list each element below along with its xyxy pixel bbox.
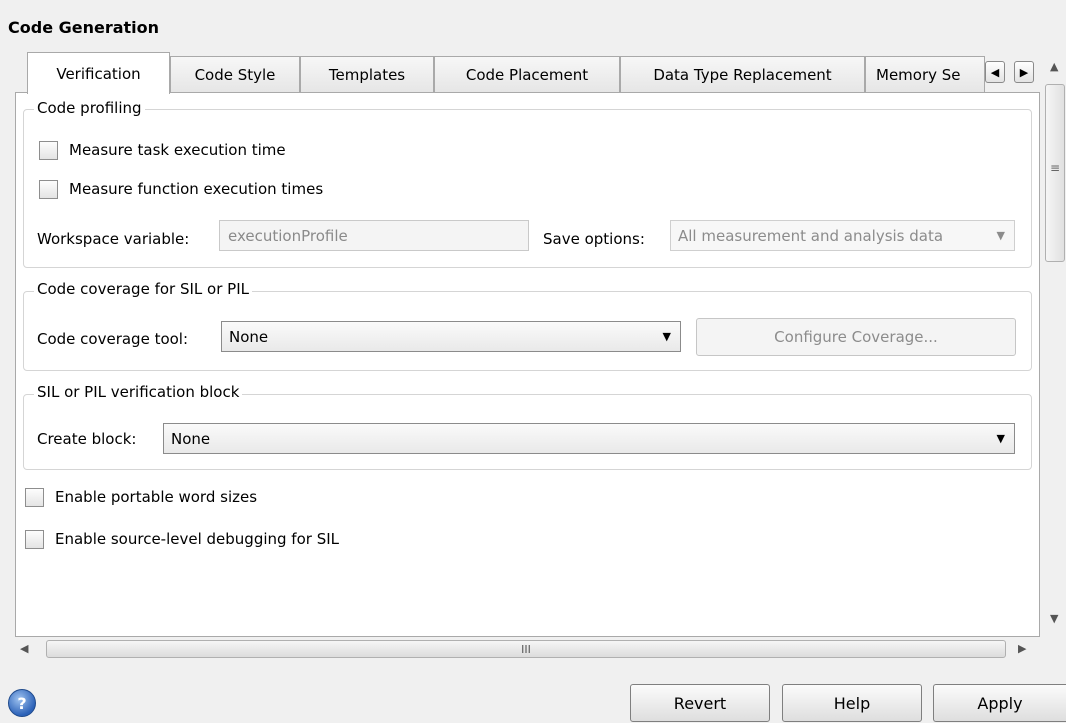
question-mark-glyph: ? <box>17 693 27 713</box>
scroll-up-icon[interactable]: ▲ <box>1050 60 1058 73</box>
tab-label: Code Placement <box>465 65 589 84</box>
help-icon[interactable]: ? <box>8 689 36 717</box>
tab-scroll-left-button[interactable]: ◀ <box>985 61 1005 83</box>
create-block-value: None <box>171 429 211 448</box>
verification-panel: Code profiling Measure task execution ti… <box>15 92 1040 637</box>
tab-label: Memory Se <box>876 65 961 84</box>
revert-button[interactable]: Revert <box>630 684 770 722</box>
scroll-right-icon[interactable]: ▶ <box>1018 642 1026 655</box>
apply-button[interactable]: Apply <box>933 684 1066 722</box>
scroll-left-icon[interactable]: ◀ <box>20 642 28 655</box>
measure-task-checkbox[interactable] <box>39 141 58 160</box>
code-coverage-tool-value: None <box>229 327 269 346</box>
tab-label: Data Type Replacement <box>653 65 832 84</box>
chevron-down-icon: ▼ <box>662 330 671 343</box>
tab-templates[interactable]: Templates <box>300 56 434 92</box>
tab-label: Code Style <box>194 65 276 84</box>
grip-icon: ≡ <box>1050 161 1061 175</box>
code-coverage-legend: Code coverage for SIL or PIL <box>34 280 252 298</box>
tab-code-placement[interactable]: Code Placement <box>434 56 620 92</box>
create-block-select[interactable]: None ▼ <box>163 423 1015 454</box>
measure-function-checkbox[interactable] <box>39 180 58 199</box>
configure-coverage-label: Configure Coverage... <box>774 328 938 346</box>
portable-word-sizes-label: Enable portable word sizes <box>55 488 258 506</box>
triangle-left-icon: ◀ <box>990 65 1000 79</box>
tab-label: Verification <box>56 64 141 83</box>
apply-label: Apply <box>977 693 1023 713</box>
tab-code-style[interactable]: Code Style <box>170 56 300 92</box>
tab-verification[interactable]: Verification <box>27 52 170 94</box>
revert-label: Revert <box>673 693 727 713</box>
source-debugging-checkbox[interactable] <box>25 530 44 549</box>
workspace-variable-input[interactable]: executionProfile <box>219 220 529 251</box>
tab-data-type-replacement[interactable]: Data Type Replacement <box>620 56 865 92</box>
configure-coverage-button[interactable]: Configure Coverage... <box>696 318 1016 356</box>
triangle-right-icon: ▶ <box>1019 65 1029 79</box>
workspace-variable-value: executionProfile <box>228 226 348 245</box>
code-coverage-tool-label: Code coverage tool: <box>37 330 189 348</box>
source-debugging-label: Enable source-level debugging for SIL <box>55 530 340 548</box>
help-button[interactable]: Help <box>782 684 922 722</box>
vertical-scroll-thumb[interactable]: ≡ <box>1045 84 1065 262</box>
scroll-down-icon[interactable]: ▼ <box>1050 612 1058 625</box>
chevron-down-icon: ▼ <box>996 432 1005 445</box>
code-coverage-tool-select[interactable]: None ▼ <box>221 321 681 352</box>
create-block-label: Create block: <box>37 430 137 448</box>
code-profiling-legend: Code profiling <box>34 99 145 117</box>
workspace-variable-label: Workspace variable: <box>37 230 190 248</box>
help-label: Help <box>833 693 871 713</box>
save-options-label: Save options: <box>543 230 645 248</box>
save-options-select[interactable]: All measurement and analysis data ▼ <box>670 220 1015 251</box>
page-title: Code Generation <box>8 18 160 37</box>
horizontal-scroll-thumb[interactable]: III <box>46 640 1006 658</box>
portable-word-sizes-checkbox[interactable] <box>25 488 44 507</box>
measure-task-label: Measure task execution time <box>69 141 286 159</box>
verification-block-legend: SIL or PIL verification block <box>34 383 243 401</box>
tab-label: Templates <box>328 65 406 84</box>
measure-function-label: Measure function execution times <box>69 180 324 198</box>
grip-icon: III <box>521 642 531 656</box>
chevron-down-icon: ▼ <box>996 229 1005 242</box>
tab-memory-sections[interactable]: Memory Se <box>865 56 985 92</box>
save-options-value: All measurement and analysis data <box>678 226 944 245</box>
tab-scroll-right-button[interactable]: ▶ <box>1014 61 1034 83</box>
